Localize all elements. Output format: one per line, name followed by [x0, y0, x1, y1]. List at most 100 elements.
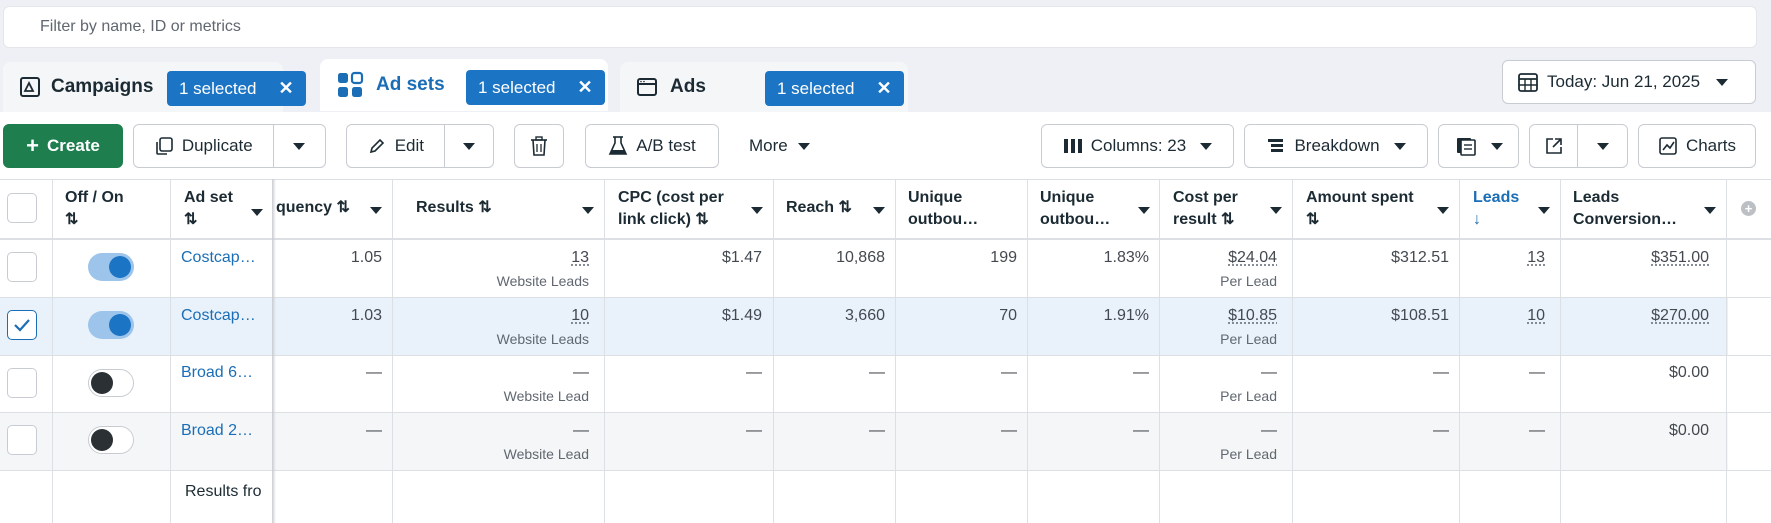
unique-ctr-value: —	[1133, 364, 1149, 381]
leads-conversion-value[interactable]: $351.00	[1651, 249, 1709, 267]
date-range-picker[interactable]: Today: Jun 21, 2025	[1502, 60, 1756, 104]
row-checkbox[interactable]	[7, 252, 37, 282]
col-leads-conversion[interactable]: Leads Conversion…	[1573, 187, 1677, 231]
chevron-down-icon[interactable]	[251, 209, 263, 216]
ad-set-name-link[interactable]: Costcap…	[181, 307, 256, 325]
row-toggle[interactable]	[88, 426, 134, 454]
chevron-down-icon[interactable]	[751, 207, 763, 214]
edit-label: Edit	[394, 136, 424, 155]
duplicate-dropdown[interactable]	[272, 125, 325, 167]
select-all-checkbox[interactable]	[7, 193, 37, 223]
col-leads[interactable]: Leads ↓	[1473, 187, 1519, 231]
cost-per-result-value[interactable]: $10.85	[1228, 307, 1277, 325]
col-cost-label: Cost per	[1173, 189, 1238, 206]
results-value[interactable]: 13	[571, 249, 589, 267]
breakdown-button[interactable]: Breakdown	[1244, 124, 1428, 168]
chevron-down-icon	[293, 142, 306, 150]
row-toggle[interactable]	[88, 253, 134, 281]
col-unique-outbound-ctr[interactable]: Unique outbou…	[1040, 187, 1110, 231]
cpc-value: —	[746, 364, 762, 381]
row-checkbox-checked[interactable]	[7, 310, 37, 340]
close-icon[interactable]: ✕	[877, 78, 892, 99]
chevron-down-icon[interactable]	[1538, 207, 1550, 214]
cost-per-result-value[interactable]: $24.04	[1228, 249, 1277, 267]
edit-dropdown[interactable]	[443, 125, 493, 167]
ad-set-name-link[interactable]: Broad 2…	[181, 422, 253, 440]
duplicate-icon	[156, 137, 173, 155]
adsets-table: Off / On ⇅ Ad set ⇅ quency ⇅ Results ⇅ C…	[0, 179, 1771, 523]
chevron-down-icon	[1200, 142, 1213, 150]
results-value[interactable]: 10	[571, 307, 589, 325]
frequency-value: —	[366, 364, 382, 381]
sort-icon[interactable]: ⇅	[695, 211, 708, 228]
more-button[interactable]: More	[749, 124, 810, 168]
col-cpc[interactable]: CPC (cost per link click) ⇅	[618, 187, 724, 231]
charts-button[interactable]: Charts	[1638, 124, 1756, 168]
adsets-selected-badge[interactable]: 1 selected ✕	[466, 70, 605, 105]
sort-descending-icon[interactable]: ↓	[1473, 209, 1519, 231]
row-checkbox[interactable]	[7, 425, 37, 455]
row-toggle[interactable]	[88, 369, 134, 397]
edit-button[interactable]: Edit	[347, 125, 444, 167]
reports-button[interactable]	[1438, 124, 1519, 168]
unique-clicks-value: —	[1001, 364, 1017, 381]
sort-icon[interactable]: ⇅	[1221, 211, 1234, 228]
chevron-down-icon[interactable]	[1138, 207, 1150, 214]
sort-icon[interactable]: ⇅	[65, 209, 124, 231]
sort-icon[interactable]: ⇅	[336, 199, 349, 216]
close-icon[interactable]: ✕	[279, 78, 294, 99]
leads-value[interactable]: 10	[1527, 307, 1545, 325]
row-toggle[interactable]	[88, 311, 134, 339]
close-icon[interactable]: ✕	[578, 77, 593, 98]
chevron-down-icon[interactable]	[370, 207, 382, 214]
duplicate-button[interactable]: Duplicate	[134, 125, 273, 167]
campaigns-selected-badge[interactable]: 1 selected ✕	[167, 71, 306, 106]
chevron-down-icon[interactable]	[1704, 207, 1716, 214]
ads-selected-badge[interactable]: 1 selected ✕	[765, 71, 904, 106]
col-cost-per-result[interactable]: Cost per result ⇅	[1173, 187, 1238, 231]
col-cost-label-2: result	[1173, 211, 1217, 228]
cost-per-result-type: Per Lead	[1220, 331, 1277, 347]
export-split-button[interactable]	[1529, 124, 1628, 168]
leads-conversion-value: $0.00	[1668, 422, 1709, 439]
filter-input[interactable]: Filter by name, ID or metrics	[3, 6, 1757, 48]
chevron-down-icon[interactable]	[873, 207, 885, 214]
sort-icon[interactable]: ⇅	[838, 199, 851, 216]
ad-set-name-link[interactable]: Broad 6…	[181, 364, 253, 382]
create-button[interactable]: + Create	[3, 124, 123, 168]
reach-value: —	[869, 364, 885, 381]
col-off-on[interactable]: Off / On ⇅	[65, 187, 124, 231]
col-frequency[interactable]: quency ⇅	[276, 197, 350, 219]
edit-split-button[interactable]: Edit	[346, 124, 494, 168]
add-column-icon[interactable]: +	[1741, 201, 1756, 216]
export-dropdown[interactable]	[1577, 125, 1627, 167]
columns-button[interactable]: Columns: 23	[1041, 124, 1234, 168]
sort-icon[interactable]: ⇅	[1306, 209, 1414, 231]
col-results[interactable]: Results ⇅	[416, 197, 492, 219]
ab-test-button[interactable]: A/B test	[585, 124, 719, 168]
col-cpc-label-2: link click)	[618, 211, 691, 228]
col-amount-spent[interactable]: Amount spent ⇅	[1306, 187, 1414, 231]
sort-icon[interactable]: ⇅	[478, 199, 491, 216]
leads-value[interactable]: 13	[1527, 249, 1545, 267]
frequency-value: 1.05	[350, 249, 382, 266]
ad-set-name-link[interactable]: Costcap…	[181, 249, 256, 267]
breakdown-label: Breakdown	[1294, 136, 1380, 155]
col-frequency-label: quency	[276, 199, 333, 216]
reach-value: 10,868	[836, 249, 885, 266]
col-reach[interactable]: Reach ⇅	[786, 197, 852, 219]
duplicate-split-button[interactable]: Duplicate	[133, 124, 326, 168]
row-checkbox[interactable]	[7, 368, 37, 398]
frequency-value: 1.03	[350, 307, 382, 324]
col-unique-outbound-clicks[interactable]: Unique outbou…	[908, 187, 978, 231]
sort-icon[interactable]: ⇅	[184, 209, 233, 231]
chevron-down-icon[interactable]	[1437, 207, 1449, 214]
delete-button[interactable]	[514, 124, 564, 168]
export-button[interactable]	[1530, 125, 1577, 167]
chart-icon	[1659, 137, 1677, 155]
tab-ad-sets-label: Ad sets	[376, 74, 445, 95]
col-ad-set[interactable]: Ad set ⇅	[184, 187, 233, 231]
chevron-down-icon[interactable]	[582, 207, 594, 214]
leads-conversion-value[interactable]: $270.00	[1651, 307, 1709, 325]
chevron-down-icon[interactable]	[1270, 207, 1282, 214]
